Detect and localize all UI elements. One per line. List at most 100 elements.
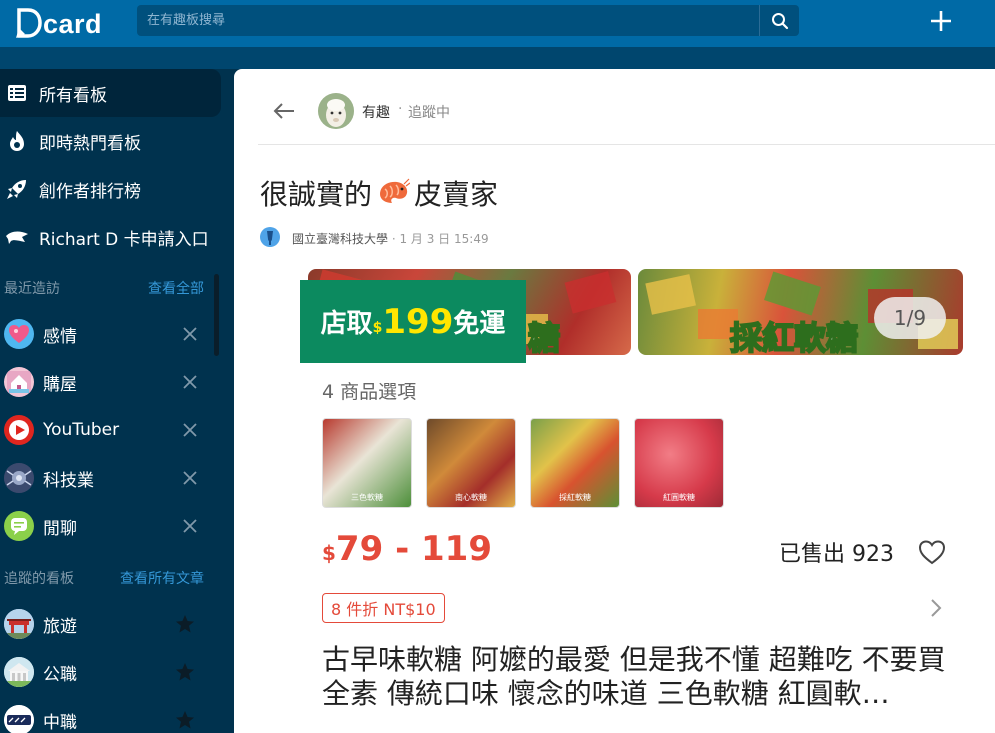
promo-suffix: 免運 — [453, 309, 506, 339]
search-input[interactable] — [137, 5, 759, 36]
option-thumbnail[interactable]: 紅圓軟糖 — [634, 418, 724, 508]
following-board-item[interactable]: 中職 — [0, 696, 210, 733]
close-icon[interactable] — [182, 374, 198, 390]
close-icon[interactable] — [182, 326, 198, 342]
close-icon[interactable] — [182, 422, 198, 438]
price-currency: $ — [322, 541, 336, 565]
options-heading: 4 商品選項 — [322, 381, 417, 403]
nav-label: Richart D 卡申請入口 — [39, 229, 209, 250]
fire-icon — [5, 129, 29, 153]
search-bar — [137, 5, 799, 36]
board-label: 感情 — [43, 326, 77, 347]
title-text-after: 皮賣家 — [414, 178, 499, 211]
plus-icon — [931, 11, 951, 31]
close-icon[interactable] — [182, 470, 198, 486]
following-section-header: 追蹤的看板 查看所有文章 — [4, 568, 204, 588]
board-label: 科技業 — [43, 470, 94, 491]
promo-currency: $ — [372, 319, 383, 336]
price-range: $ 79 - 119 — [322, 529, 492, 569]
nav-richart-card[interactable]: Richart D 卡申請入口 — [0, 213, 221, 261]
heart-icon[interactable] — [918, 539, 946, 565]
logo-text: card — [43, 8, 103, 39]
separator-dot: · — [398, 101, 403, 117]
board-label: 購屋 — [43, 374, 77, 395]
nav-creator-ranking[interactable]: 創作者排行榜 — [0, 165, 221, 213]
post-panel: 有趣 · 追蹤中 很誠實的 皮賣家 國立臺灣科技大學 · 1 月 3 日 15:… — [234, 69, 995, 733]
following-board-item[interactable]: 旅遊 — [0, 600, 210, 648]
option-label: 採紅軟糖 — [559, 493, 591, 502]
recent-board-item[interactable]: 購屋 — [0, 358, 210, 406]
nav-hot-boards[interactable]: 即時熱門看板 — [0, 117, 221, 165]
board-label: 閒聊 — [43, 518, 77, 539]
recent-board-item[interactable]: 科技業 — [0, 454, 210, 502]
list-icon — [5, 81, 29, 105]
recent-view-all-link[interactable]: 查看全部 — [148, 278, 204, 298]
board-name-link[interactable]: 有趣 — [362, 102, 390, 122]
dcard-logo[interactable]: card — [16, 4, 102, 42]
discount-tag[interactable]: 8 件折 NT$10 — [322, 593, 445, 623]
board-avatar[interactable] — [318, 93, 354, 129]
board-label: 中職 — [43, 712, 77, 733]
header-subbar — [0, 47, 995, 69]
nav-label: 即時熱門看板 — [39, 133, 141, 154]
civil-board-icon — [4, 657, 34, 687]
carousel-pager: 1/9 — [874, 297, 946, 339]
house-board-icon — [4, 367, 34, 397]
star-icon[interactable] — [174, 661, 196, 683]
star-icon[interactable] — [174, 709, 196, 731]
image-2-caption: 採紅軟糖 — [729, 318, 859, 355]
arrow-left-icon — [273, 103, 294, 119]
recent-board-item[interactable]: 閒聊 — [0, 502, 210, 550]
back-button[interactable] — [270, 97, 298, 125]
recent-board-item[interactable]: 感情 — [0, 310, 210, 358]
tech-board-icon — [4, 463, 34, 493]
option-label: 紅圓軟糖 — [663, 493, 695, 502]
alpaca-icon — [318, 93, 354, 129]
post-title: 很誠實的 皮賣家 — [260, 173, 498, 213]
chat-icon — [4, 511, 34, 541]
free-shipping-promo: 店取 $ 199 免運 — [300, 280, 526, 363]
promo-amount: 199 — [382, 301, 454, 342]
recent-title: 最近造訪 — [4, 281, 60, 297]
option-thumbnail[interactable]: 南心軟糖 — [426, 418, 516, 508]
star-icon[interactable] — [174, 613, 196, 635]
search-button[interactable] — [759, 5, 799, 36]
title-text-before: 很誠實的 — [260, 178, 373, 211]
nav-label: 創作者排行榜 — [39, 181, 141, 202]
following-board-item[interactable]: 公職 — [0, 648, 210, 696]
post-time: · 1 月 3 日 15:49 — [391, 232, 489, 246]
rocket-icon — [5, 177, 29, 201]
image-1-caption: 糖 — [527, 318, 561, 355]
top-header: card — [0, 0, 995, 47]
option-thumbnail[interactable]: 三色軟糖 — [322, 418, 412, 508]
youtube-icon — [4, 415, 34, 445]
product-description: 古早味軟糖 阿嬤的最愛 但是我不懂 超難吃 不要買 全素 傳統口味 懷念的味道 … — [322, 643, 946, 710]
sold-count: 已售出 923 — [779, 542, 894, 567]
bird-icon — [5, 225, 29, 249]
school-avatar-icon — [260, 227, 280, 247]
chevron-right-icon[interactable] — [928, 597, 944, 619]
board-label: 公職 — [43, 664, 77, 685]
post-meta: 國立臺灣科技大學 · 1 月 3 日 15:49 — [292, 230, 489, 247]
option-label: 南心軟糖 — [455, 493, 487, 502]
option-thumbnail[interactable]: 採紅軟糖 — [530, 418, 620, 508]
sidebar: 所有看板 即時熱門看板 創作者排行榜 Richart D 卡申請入口 最近造訪 … — [0, 69, 234, 733]
travel-board-icon — [4, 609, 34, 639]
author-school: 國立臺灣科技大學 — [292, 232, 389, 246]
following-view-all-link[interactable]: 查看所有文章 — [120, 568, 204, 588]
promo-prefix: 店取 — [320, 309, 373, 339]
cpbl-icon — [4, 705, 34, 733]
heart-board-icon — [4, 319, 34, 349]
sidebar-scrollbar[interactable] — [214, 274, 219, 356]
close-icon[interactable] — [182, 518, 198, 534]
recent-board-item[interactable]: YouTuber — [0, 406, 210, 454]
create-post-button[interactable] — [924, 6, 958, 36]
option-label: 三色軟糖 — [351, 493, 383, 502]
shrimp-icon — [380, 178, 411, 203]
nav-all-boards[interactable]: 所有看板 — [0, 69, 221, 117]
following-title: 追蹤的看板 — [4, 571, 74, 587]
follow-status-button[interactable]: 追蹤中 — [408, 102, 450, 122]
board-label: YouTuber — [43, 420, 120, 440]
search-icon — [771, 12, 788, 29]
logo-d-icon — [16, 8, 42, 38]
